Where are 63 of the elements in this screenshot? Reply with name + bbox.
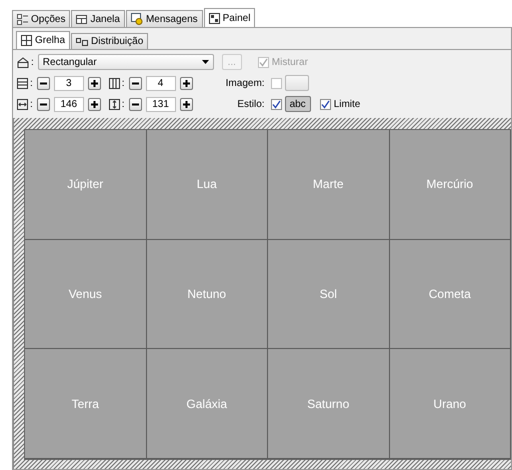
label: : <box>31 56 34 68</box>
width-icon <box>17 98 28 110</box>
tab[interactable]: Painel <box>204 8 256 27</box>
tab[interactable]: Grelha <box>16 31 70 49</box>
number-field[interactable]: 4 <box>146 76 176 90</box>
grid-cell: Lua <box>146 130 268 240</box>
minus-button[interactable] <box>36 76 50 90</box>
panel-icon <box>208 12 220 24</box>
minus-icon <box>132 80 139 86</box>
plus-button[interactable] <box>180 98 193 110</box>
grid-cell: Venus <box>25 240 146 350</box>
label: : <box>122 78 125 88</box>
grid-cell: Urano <box>390 349 511 459</box>
number-field[interactable]: 131 <box>146 96 176 112</box>
minus-button[interactable] <box>36 98 50 110</box>
tab[interactable]: Mensagens <box>126 10 203 27</box>
columns-icon <box>108 78 120 88</box>
tab[interactable]: Distribuição <box>71 33 148 49</box>
list-icon <box>17 14 28 24</box>
distribution-icon <box>76 37 88 46</box>
grid-icon <box>21 35 32 46</box>
style-button[interactable]: abc <box>284 96 311 112</box>
minus-button[interactable] <box>128 98 142 110</box>
caret-icon <box>202 60 209 64</box>
label: : <box>30 78 33 88</box>
number-field[interactable]: 146 <box>54 96 84 112</box>
plus-icon <box>182 80 190 86</box>
label: : <box>122 98 125 110</box>
plus-button[interactable] <box>88 76 101 90</box>
grid-cell: Saturno <box>268 349 390 459</box>
tab[interactable]: Janela <box>71 10 125 27</box>
label: : <box>30 98 33 110</box>
number-field[interactable]: 3 <box>54 76 84 90</box>
checkbox[interactable] <box>320 98 331 110</box>
minus-button[interactable] <box>128 76 142 90</box>
grid-cell: Terra <box>25 349 146 459</box>
shape-icon <box>17 56 29 68</box>
checkbox-label: Misturar <box>272 56 308 68</box>
minus-icon <box>132 100 139 108</box>
height-icon <box>108 98 120 110</box>
grid-cell: Galáxia <box>146 349 268 459</box>
grid-cell: Júpiter <box>25 130 146 240</box>
grid-cell: Netuno <box>146 240 268 350</box>
grid-cell: Marte <box>268 130 390 240</box>
message-icon <box>130 13 143 25</box>
minus-icon <box>40 100 47 108</box>
plus-button[interactable] <box>180 76 193 90</box>
grid-cell: Sol <box>268 240 390 350</box>
window-icon <box>76 14 88 24</box>
grid-cell: Mercúrio <box>390 130 511 240</box>
checkbox[interactable] <box>270 98 282 110</box>
tab[interactable]: Opções <box>12 10 70 27</box>
plus-icon <box>90 100 98 108</box>
grid-cell: Cometa <box>390 240 511 350</box>
rows-icon <box>17 78 28 88</box>
shape-dropdown[interactable]: Rectangular <box>38 54 214 70</box>
image-label: Imagem: <box>224 78 265 88</box>
plus-icon <box>182 100 190 108</box>
checkbox-label: Limite <box>334 98 360 110</box>
plus-button[interactable] <box>88 98 101 110</box>
minus-icon <box>40 80 47 86</box>
plus-icon <box>90 80 98 86</box>
style-label: Estilo: <box>236 98 265 110</box>
